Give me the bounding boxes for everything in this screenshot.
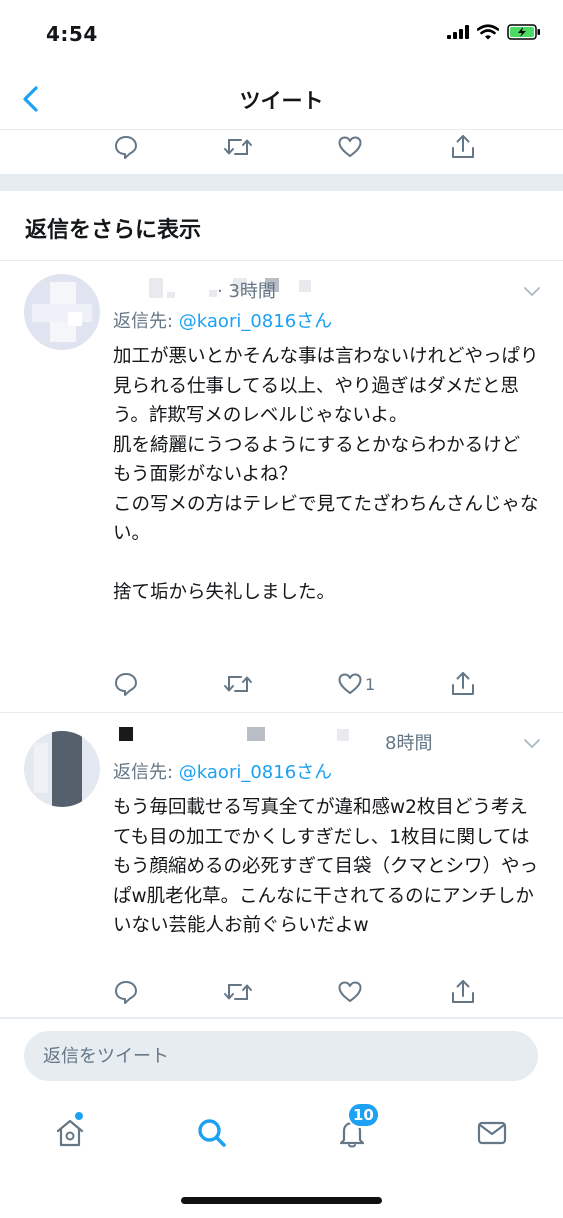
reply-icon	[115, 981, 137, 1004]
like-count: 1	[365, 674, 376, 694]
tab-notifications[interactable]: 10	[327, 1102, 380, 1158]
tweet-time: 8時間	[385, 733, 433, 754]
reply-to-prefix: 返信先:	[113, 762, 179, 783]
like-icon	[338, 981, 362, 1002]
like-button[interactable]: 1	[337, 668, 375, 700]
retweet-icon	[224, 676, 252, 692]
retweet-button[interactable]	[223, 668, 253, 700]
reply-to-handle[interactable]: @kaori_0816さん	[179, 762, 332, 783]
retweet-icon	[224, 984, 252, 1000]
reply-to-line: 返信先: @kaori_0816さん	[113, 758, 332, 784]
battery-icon	[507, 24, 540, 40]
status-icons	[447, 24, 541, 40]
like-button[interactable]	[337, 131, 363, 163]
signal-icon	[447, 25, 469, 39]
home-indicator	[181, 1197, 382, 1204]
tweet-text: 加工が悪いとかそんな事は言わないけれどやっぱり見られる仕事してる以上、やり過ぎは…	[113, 346, 539, 603]
reply-tweet[interactable]: 8時間 返信先: @kaori_0816さん もう毎回載せる写真全てが違和感w2…	[0, 713, 563, 1018]
tweet-text: もう毎回載せる写真全てが違和感w2枚目どう考えても目の加工でかくしすぎだし、1枚…	[113, 797, 538, 936]
more-replies-title: 返信をさらに表示	[25, 218, 202, 243]
reply-icon	[115, 136, 137, 159]
avatar[interactable]	[24, 731, 100, 807]
tweet-header-redacted	[113, 725, 413, 751]
reply-input[interactable]	[24, 1031, 538, 1081]
main-tweet-actions	[113, 131, 483, 163]
share-icon	[452, 980, 474, 1003]
reply-composer	[0, 1018, 563, 1098]
messages-icon	[477, 1121, 507, 1145]
like-button[interactable]	[337, 976, 365, 1008]
share-button[interactable]	[450, 668, 476, 700]
status-time: 4:54	[46, 22, 98, 46]
share-button[interactable]	[450, 976, 476, 1008]
retweet-button[interactable]	[223, 131, 253, 163]
reply-button[interactable]	[113, 131, 139, 163]
status-bar: 4:54	[0, 0, 563, 68]
tab-search[interactable]	[187, 1108, 237, 1158]
home-unread-dot	[75, 1112, 83, 1120]
like-icon	[338, 673, 362, 694]
nav-bar: ツイート	[0, 68, 563, 130]
tweet-actions: 1	[113, 668, 483, 700]
reply-to-prefix: 返信先:	[113, 311, 179, 332]
chevron-down-icon[interactable]	[523, 737, 541, 749]
tab-home[interactable]	[45, 1108, 95, 1158]
share-icon	[452, 135, 474, 158]
tab-messages[interactable]	[467, 1108, 517, 1158]
retweet-button[interactable]	[223, 976, 253, 1008]
section-divider	[0, 174, 563, 191]
like-icon	[338, 136, 362, 157]
avatar[interactable]	[24, 274, 100, 350]
more-replies-section[interactable]: 返信をさらに表示	[0, 191, 563, 261]
reply-tweet[interactable]: · 3時間 返信先: @kaori_0816さん 加工が悪いとかそんな事は言わな…	[0, 262, 563, 713]
retweet-icon	[224, 139, 252, 155]
chevron-down-icon[interactable]	[523, 285, 541, 297]
share-icon	[452, 672, 474, 695]
tweet-time: · 3時間	[217, 281, 276, 302]
share-button[interactable]	[450, 131, 476, 163]
search-icon	[198, 1119, 226, 1147]
reply-button[interactable]	[113, 976, 139, 1008]
wifi-icon	[477, 24, 499, 40]
tweet-actions	[113, 976, 483, 1008]
reply-button[interactable]	[113, 668, 139, 700]
reply-to-line: 返信先: @kaori_0816さん	[113, 307, 332, 333]
home-icon	[56, 1119, 84, 1147]
notifications-badge: 10	[347, 1102, 380, 1128]
reply-icon	[115, 673, 137, 696]
tab-bar: 10	[0, 1098, 563, 1218]
reply-to-handle[interactable]: @kaori_0816さん	[179, 311, 332, 332]
page-title: ツイート	[239, 89, 324, 113]
